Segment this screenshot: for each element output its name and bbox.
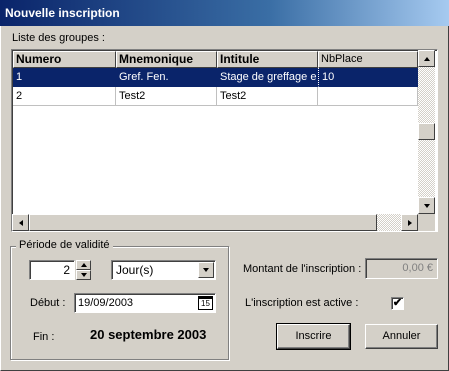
horizontal-scroll-thumb[interactable] [29,214,377,231]
calendar-day: 15 [201,299,210,308]
checkmark-icon: ✔ [392,297,403,309]
cancel-button[interactable]: Annuler [365,324,438,349]
amount-input[interactable]: 0,00 € [365,258,438,279]
chevron-down-icon [203,268,209,272]
table-row[interactable]: 2 Test2 Test2 [13,87,418,106]
calendar-icon[interactable]: 15 [198,296,213,310]
arrow-left-icon [18,219,23,226]
duration-input[interactable]: 2 [29,260,75,280]
duration-spinner[interactable] [76,260,91,280]
spin-up-icon [80,263,87,267]
column-header-nbplace[interactable]: NbPlace [318,51,418,68]
cell-nbplace: 10 [318,68,418,87]
vertical-scrollbar[interactable] [418,50,435,214]
start-date-input[interactable]: 19/09/2003 15 [74,293,216,313]
table-row[interactable]: 1 Gref. Fen. Stage de greffage e 10 [13,68,418,87]
end-date-value: 20 septembre 2003 [90,327,207,342]
column-header-numero[interactable]: Numero [13,51,116,68]
start-date-value: 19/09/2003 [78,297,134,309]
cell-mnemonique: Gref. Fen. [116,68,217,87]
submit-button[interactable]: Inscrire [276,323,351,350]
cell-numero: 2 [13,87,116,106]
scroll-corner [418,214,435,231]
cell-intitule: Stage de greffage e [217,68,318,87]
start-date-label: Début : [30,297,66,309]
arrow-right-icon [407,219,412,226]
spin-down-icon [80,273,87,277]
scroll-up-button[interactable] [418,50,435,67]
duration-unit-value: Jour(s) [116,263,154,277]
title-bar: Nouvelle inscription [0,0,449,26]
groups-grid[interactable]: Numero Mnemonique Intitule NbPlace 1 Gre… [11,49,438,232]
active-checkbox[interactable]: ✔ [391,297,404,310]
amount-label: Montant de l'inscription : [243,263,362,275]
scroll-right-button[interactable] [401,214,418,231]
validity-groupbox-label: Période de validité [16,239,113,251]
arrow-down-icon [423,203,430,208]
cell-mnemonique: Test2 [116,87,217,106]
scroll-left-button[interactable] [12,214,29,231]
column-header-mnemonique[interactable]: Mnemonique [116,51,217,68]
end-date-label: Fin : [33,331,55,343]
scroll-down-button[interactable] [418,197,435,214]
cell-numero: 1 [13,68,116,87]
groups-list-label: Liste des groupes : [12,32,105,44]
spin-down-button[interactable] [76,270,91,280]
spin-up-button[interactable] [76,260,91,270]
duration-unit-select[interactable]: Jour(s) [111,260,216,280]
active-label: L'inscription est active : [245,297,359,309]
vertical-scroll-thumb[interactable] [418,123,435,140]
arrow-up-icon [423,56,430,61]
column-header-intitule[interactable]: Intitule [217,51,318,68]
cell-nbplace [318,87,418,106]
dropdown-button[interactable] [198,262,214,278]
window-title: Nouvelle inscription [5,6,120,20]
cell-intitule: Test2 [217,87,318,106]
horizontal-scrollbar[interactable] [12,214,418,231]
